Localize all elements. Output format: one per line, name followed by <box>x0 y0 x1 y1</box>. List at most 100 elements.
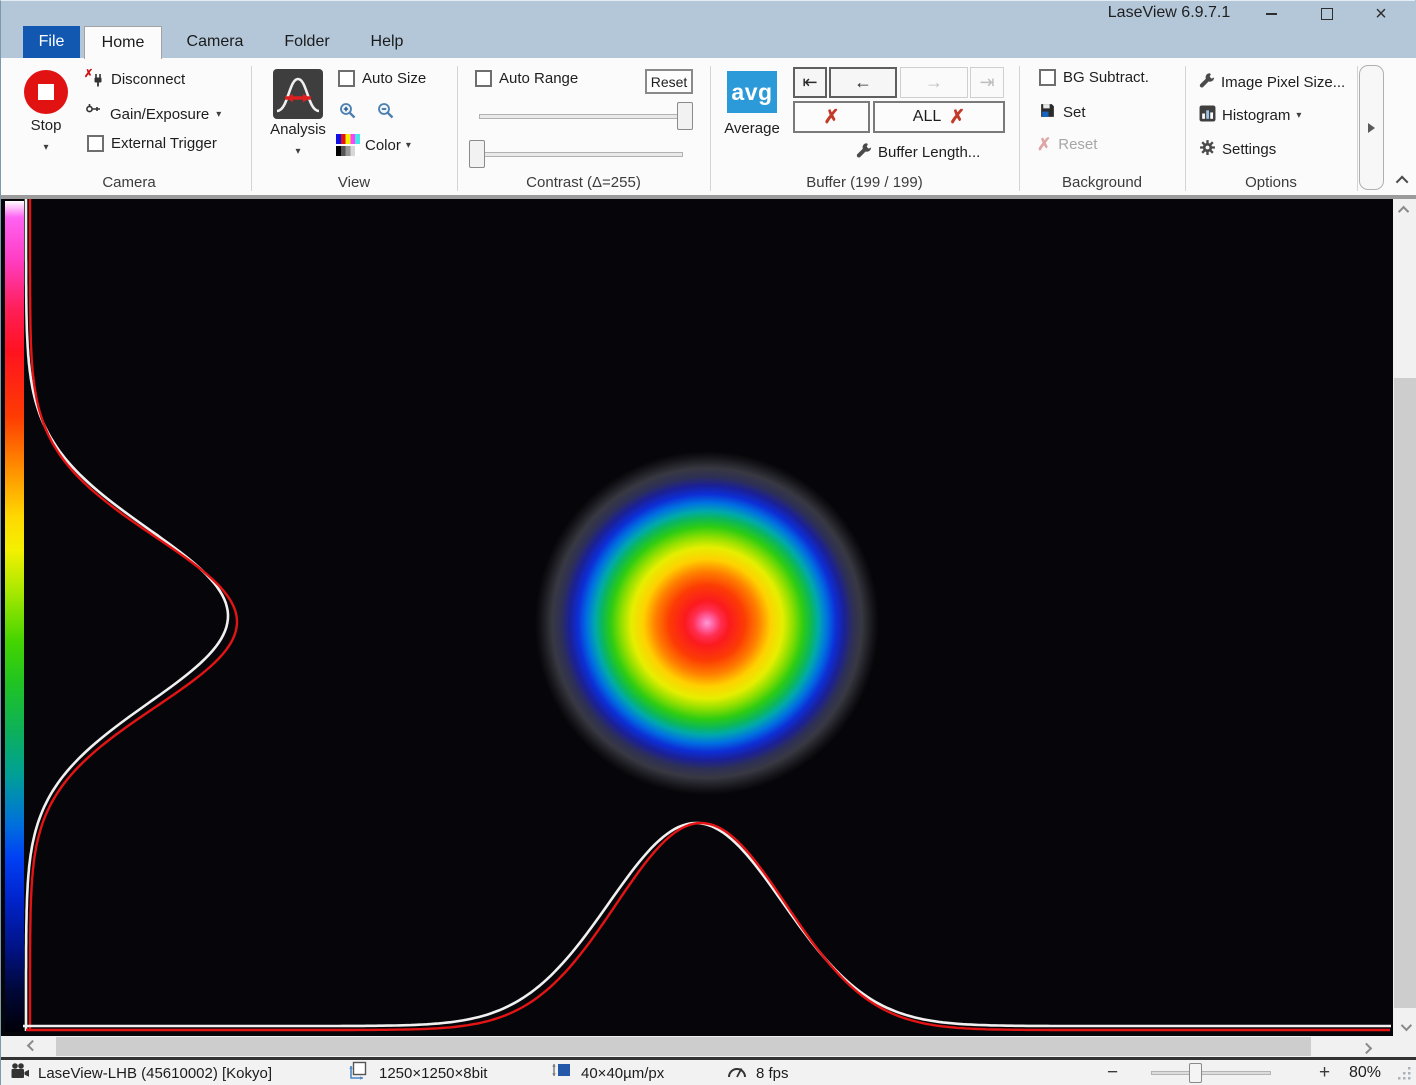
group-options: Image Pixel Size... Histogram ▾ Settings… <box>1185 58 1357 193</box>
settings-button[interactable]: Settings <box>1199 139 1276 160</box>
zoom-in-step-button[interactable]: + <box>1319 1060 1330 1085</box>
delete-all-icon: ✗ <box>949 108 965 127</box>
buffer-next-button[interactable]: → <box>900 67 968 98</box>
zoom-out-icon[interactable] <box>377 102 397 122</box>
minimize-button[interactable] <box>1253 2 1289 25</box>
group-contrast: Auto Range Reset Contrast (Δ=255) <box>457 58 710 193</box>
prev-frame-icon: ← <box>854 72 872 93</box>
resize-grip-icon[interactable] <box>1397 1066 1412 1085</box>
resolution-status: 1250×1250×8bit <box>349 1060 487 1085</box>
wrench-icon <box>856 142 872 162</box>
buffer-last-button[interactable]: ⇥ <box>970 67 1004 98</box>
stop-dropdown[interactable]: ▾ <box>7 137 85 154</box>
slider-thumb[interactable] <box>469 140 485 168</box>
horizontal-scrollbar[interactable] <box>1 1036 1416 1057</box>
bg-set-button[interactable]: Set <box>1039 102 1086 123</box>
buffer-first-button[interactable]: ⇤ <box>793 67 827 98</box>
save-icon <box>1039 102 1056 123</box>
stop-button[interactable] <box>24 70 68 114</box>
contrast-min-slider[interactable] <box>469 140 683 168</box>
zoom-controls <box>339 102 397 122</box>
chevron-down-icon <box>1401 1020 1412 1031</box>
slider-thumb[interactable] <box>677 102 693 130</box>
analysis-dropdown[interactable]: ▾ <box>251 141 345 158</box>
avg-icon: avg <box>731 79 772 106</box>
external-trigger-checkbox[interactable]: External Trigger <box>87 135 217 152</box>
minimize-icon <box>1266 13 1277 15</box>
tab-file[interactable]: File <box>23 26 80 58</box>
color-palette-icon <box>336 134 360 156</box>
bg-subtract-checkbox[interactable]: BG Subtract. <box>1039 69 1149 86</box>
tab-camera[interactable]: Camera <box>169 26 261 58</box>
profile-overlay <box>1 199 1393 1038</box>
titlebar: LaseView 6.9.7.1 × <box>1 1 1416 26</box>
stop-label[interactable]: Stop <box>7 117 85 134</box>
disconnect-button[interactable]: ✗ Disconnect <box>85 70 185 89</box>
image-pixel-size-button[interactable]: Image Pixel Size... <box>1199 72 1345 92</box>
bg-reset-button[interactable]: ✗ Reset <box>1037 136 1097 153</box>
group-label-options: Options <box>1185 174 1357 191</box>
scroll-left-button[interactable] <box>6 1036 56 1057</box>
group-label-contrast: Contrast (Δ=255) <box>457 174 710 191</box>
fps-value: 8 fps <box>756 1065 789 1082</box>
resolution-value: 1250×1250×8bit <box>379 1065 487 1082</box>
tab-home[interactable]: Home <box>84 26 162 59</box>
average-button[interactable]: avg <box>727 71 777 113</box>
average-label[interactable]: Average <box>710 120 794 137</box>
pixel-size-value: 40×40µm/px <box>581 1065 664 1082</box>
chevron-down-icon: ▾ <box>1296 110 1301 121</box>
ribbon-scroll-right-button[interactable] <box>1359 65 1384 190</box>
camera-icon <box>9 1061 30 1085</box>
delete-icon: ✗ <box>824 108 840 127</box>
close-button[interactable]: × <box>1363 2 1399 25</box>
buffer-length-button[interactable]: Buffer Length... <box>856 142 980 162</box>
scroll-right-button[interactable] <box>1343 1036 1393 1057</box>
collapse-ribbon-button[interactable] <box>1391 170 1415 190</box>
scroll-up-button[interactable] <box>1393 199 1416 221</box>
device-status: LaseView-LHB (45610002) [Kokyo] <box>9 1060 272 1085</box>
chevron-up-icon <box>1398 206 1409 217</box>
auto-size-checkbox[interactable]: Auto Size <box>338 70 426 87</box>
buffer-delete-all-button[interactable]: ALL ✗ <box>873 101 1005 133</box>
zoom-slider-thumb[interactable] <box>1189 1063 1202 1083</box>
analysis-label[interactable]: Analysis <box>251 121 345 138</box>
image-size-icon <box>349 1061 371 1085</box>
buffer-prev-button[interactable]: ← <box>829 67 897 98</box>
chevron-right-icon <box>1361 1042 1372 1053</box>
analysis-button[interactable] <box>273 69 323 119</box>
auto-range-checkbox[interactable]: Auto Range <box>475 70 578 87</box>
window-title: LaseView 6.9.7.1 <box>1069 4 1269 22</box>
horizontal-scrollbar-thumb[interactable] <box>56 1037 1311 1056</box>
last-frame-icon: ⇥ <box>979 72 994 93</box>
reset-icon: ✗ <box>1037 136 1051 153</box>
histogram-icon <box>1199 105 1216 126</box>
gain-exposure-icon <box>85 103 103 125</box>
contrast-max-slider[interactable] <box>479 102 693 130</box>
buffer-delete-button[interactable]: ✗ <box>793 101 870 133</box>
scroll-down-button[interactable] <box>1393 1016 1416 1038</box>
zoom-out-step-button[interactable]: − <box>1107 1060 1118 1085</box>
chevron-down-icon: ▾ <box>43 142 48 153</box>
pixel-size-icon <box>551 1061 573 1085</box>
disconnect-icon: ✗ <box>85 70 104 89</box>
color-button[interactable]: Color ▾ <box>336 134 411 156</box>
tab-help[interactable]: Help <box>353 26 421 58</box>
zoom-in-icon[interactable] <box>339 102 359 122</box>
zoom-slider-track[interactable] <box>1151 1071 1271 1075</box>
vertical-scrollbar-thumb[interactable] <box>1394 378 1416 1008</box>
histogram-button[interactable]: Histogram ▾ <box>1199 105 1301 126</box>
tab-folder[interactable]: Folder <box>263 26 351 58</box>
maximize-icon <box>1321 8 1333 20</box>
fps-status: 8 fps <box>726 1060 789 1085</box>
next-frame-icon: → <box>925 72 943 93</box>
chevron-down-icon: ▾ <box>216 109 221 120</box>
group-buffer: avg Average ⇤ ← → ⇥ ✗ ALL ✗ Buffer Lengt… <box>710 58 1019 193</box>
checkbox-icon <box>338 70 355 87</box>
chevron-up-icon <box>1395 175 1408 188</box>
maximize-button[interactable] <box>1309 2 1345 25</box>
contrast-reset-button[interactable]: Reset <box>645 69 693 94</box>
vertical-scrollbar[interactable] <box>1393 199 1416 1038</box>
checkbox-icon <box>87 135 104 152</box>
group-label-view: View <box>251 174 457 191</box>
gain-exposure-button[interactable]: Gain/Exposure ▾ <box>85 103 221 125</box>
